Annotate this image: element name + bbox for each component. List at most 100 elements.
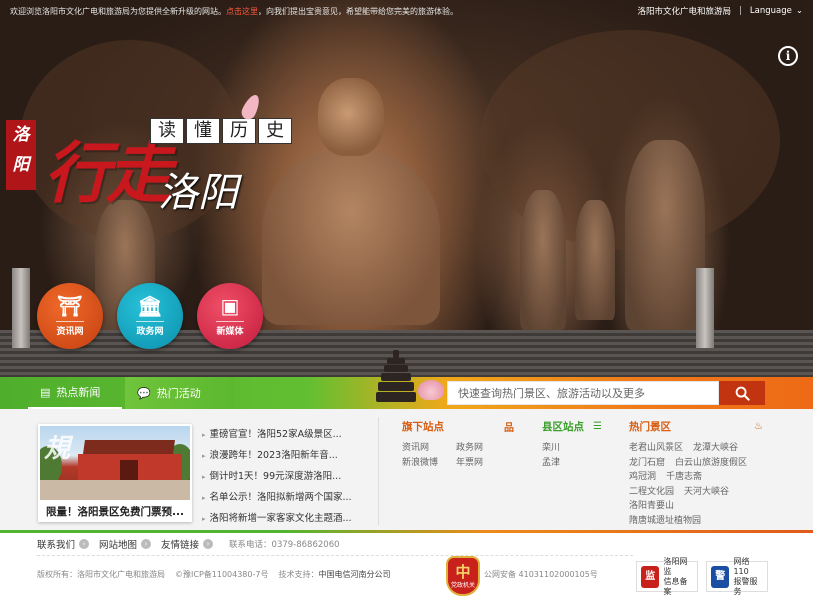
site-map-link[interactable]: 网站地图 › — [99, 537, 152, 551]
link-item[interactable]: 天河大峡谷 — [684, 485, 729, 500]
buddha-statue-head — [318, 78, 384, 156]
image-stamp: 規 — [44, 434, 71, 464]
net-supervision-badge[interactable]: 监 洛阳网监 信息备案 — [636, 557, 698, 596]
contact-phone: 联系电话：0379-86862060 — [229, 540, 340, 550]
tech-support-label: 技术支持： — [278, 570, 319, 579]
new-media-button[interactable]: ▣ 新媒体 — [197, 283, 263, 349]
link-item[interactable]: 千唐志斋 — [666, 470, 702, 485]
badge-line: 网络110 — [733, 556, 750, 576]
tab-hot-events[interactable]: 💬 热门活动 — [125, 377, 235, 409]
badge-line: 洛阳网监 — [663, 556, 688, 576]
link-item[interactable]: 隋唐城遗址植物园 — [629, 514, 701, 529]
link-item[interactable]: 鸡冠洞 — [629, 470, 656, 485]
footer-links: 联系我们 › 网站地图 › 友情链接 › 联系电话：0379-86862060 — [37, 537, 340, 551]
list-item[interactable]: 浪漫跨年！2023洛阳新年音... — [202, 445, 362, 466]
chevron-down-icon: ⌄ — [795, 6, 803, 16]
new-media-label: 新媒体 — [216, 321, 244, 337]
link-item[interactable]: 孟津 — [542, 456, 560, 471]
featured-news-image: 規 — [40, 426, 190, 500]
icp-number[interactable]: ©豫ICP备11004380-7号 — [175, 569, 268, 580]
link-item[interactable]: 老君山风景区 — [629, 441, 683, 456]
sub-sites-panel: 旗下站点 品 资讯网 政务网 新浪微博 年票网 — [402, 417, 514, 470]
panel-title: 热门景区 — [629, 420, 671, 433]
copyright-row: 版权所有：洛阳市文化广电和旅游局 ©豫ICP备11004380-7号 技术支持：… — [37, 569, 390, 580]
pagoda-decoration — [376, 350, 416, 408]
list-icon: ☰ — [593, 420, 602, 432]
shield-icon: 监 — [641, 565, 660, 588]
link-label: 网站地图 — [99, 540, 138, 551]
featured-news-caption: 限量！洛阳景区免费门票预... — [46, 506, 184, 518]
arrow-right-icon: › — [141, 539, 152, 549]
featured-news[interactable]: 規 限量！洛阳景区免费门票预... — [38, 424, 192, 522]
cast-icon: ▣ — [220, 294, 240, 318]
tagline-char: 懂 — [186, 118, 220, 144]
side-statue — [625, 140, 705, 330]
link-label: 友情链接 — [161, 540, 200, 551]
list-item[interactable]: 洛阳将新增一家客家文化主题酒... — [202, 508, 362, 529]
link-item[interactable]: 龙门石窟 — [629, 456, 665, 471]
police-record[interactable]: 公网安备 41031102000105号 — [484, 569, 598, 580]
network-icon: 品 — [504, 422, 514, 434]
contact-us-link[interactable]: 联系我们 › — [37, 537, 90, 551]
welcome-notice: 欢迎浏览洛阳市文化广电和旅游局为您提供全新升级的网站。点击这里，向我们提出宝贵意… — [10, 6, 458, 17]
gov-badge-label: 党政机关 — [450, 581, 475, 589]
government-building-icon: 🏛 — [137, 294, 163, 318]
notice-text: 欢迎浏览洛阳市文化广电和旅游局为您提供全新升级的网站。 — [10, 6, 226, 16]
side-statue — [575, 200, 615, 320]
chat-icon: 💬 — [137, 386, 151, 400]
link-item[interactable]: 栾川 — [542, 441, 560, 456]
info-site-button[interactable]: ⛩ 资讯网 — [37, 283, 103, 349]
torch-icon: ♨ — [754, 420, 763, 432]
arrow-right-icon: › — [79, 539, 90, 549]
document-icon: ▤ — [40, 385, 51, 399]
hot-spots-panel: 热门景区 ♨ 老君山风景区 龙潭大峡谷 龙门石窟 白云山旅游度假区 鸡冠洞 千唐… — [629, 417, 763, 528]
link-item[interactable]: 洛阳青要山 — [629, 499, 674, 514]
link-item[interactable]: 二程文化园 — [629, 485, 674, 500]
link-item[interactable]: 年票网 — [456, 456, 498, 471]
region-seal: 洛阳 — [6, 120, 36, 190]
top-bar: 欢迎浏览洛阳市文化广电和旅游局为您提供全新升级的网站。点击这里，向我们提出宝贵意… — [10, 5, 803, 17]
list-item[interactable]: 倒计时1天！99元深度游洛阳... — [202, 466, 362, 487]
tagline-char: 历 — [222, 118, 256, 144]
link-item[interactable]: 政务网 — [456, 441, 498, 456]
search-button[interactable] — [719, 381, 765, 405]
site-name-link[interactable]: 洛阳市文化广电和旅游局 — [638, 5, 732, 17]
police-110-badge[interactable]: 警 网络110 报警服务 — [706, 557, 768, 596]
arrow-right-icon: › — [203, 539, 214, 549]
gov-agency-badge[interactable]: 中 党政机关 — [446, 556, 480, 596]
link-item[interactable]: 白云山旅游度假区 — [675, 456, 747, 471]
feedback-link[interactable]: 点击这里 — [226, 7, 258, 16]
side-statue — [520, 190, 566, 330]
tech-support-org: 中国电信河南分公司 — [318, 570, 391, 579]
search-icon — [735, 386, 750, 401]
badge-line: 信息备案 — [663, 576, 688, 596]
gov-site-label: 政务网 — [136, 321, 164, 337]
search-input[interactable]: 快速查询热门景区、旅游活动以及更多 — [447, 381, 719, 405]
tab-label: 热点新闻 — [56, 386, 101, 399]
tab-hot-news[interactable]: ▤ 热点新闻 — [28, 377, 122, 409]
footer-dash-line — [37, 555, 633, 556]
panel-title: 旗下站点 — [402, 420, 444, 433]
list-item[interactable]: 名单公示！洛阳拟新增两个国家... — [202, 487, 362, 508]
info-icon[interactable]: i — [778, 46, 798, 66]
gov-badge-char: 中 — [455, 562, 471, 581]
copyright-text: 版权所有：洛阳市文化广电和旅游局 — [37, 570, 165, 579]
link-item[interactable]: 新浪微博 — [402, 456, 444, 471]
list-item[interactable]: 重磅官宣！洛阳52家A级景区... — [202, 424, 362, 445]
language-selector[interactable]: Language ⌄ — [750, 6, 803, 16]
tagline-char: 史 — [258, 118, 292, 144]
search-placeholder: 快速查询热门景区、旅游活动以及更多 — [458, 387, 645, 400]
tagline-char: 读 — [150, 118, 184, 144]
friendly-links[interactable]: 友情链接 › — [161, 537, 214, 551]
panel-title: 县区站点 — [542, 420, 584, 433]
tab-label: 热门活动 — [156, 387, 201, 400]
info-site-label: 资讯网 — [56, 321, 84, 337]
tagline: 读 懂 历 史 — [150, 118, 292, 144]
language-label: Language — [749, 6, 792, 16]
gov-site-button[interactable]: 🏛 政务网 — [117, 283, 183, 349]
county-sites-panel: 县区站点 ☰ 栾川 孟津 — [542, 417, 602, 470]
slogan-city: 洛阳 — [158, 170, 238, 216]
link-item[interactable]: 资讯网 — [402, 441, 444, 456]
gate-icon: ⛩ — [57, 294, 83, 318]
link-item[interactable]: 龙潭大峡谷 — [693, 441, 738, 456]
